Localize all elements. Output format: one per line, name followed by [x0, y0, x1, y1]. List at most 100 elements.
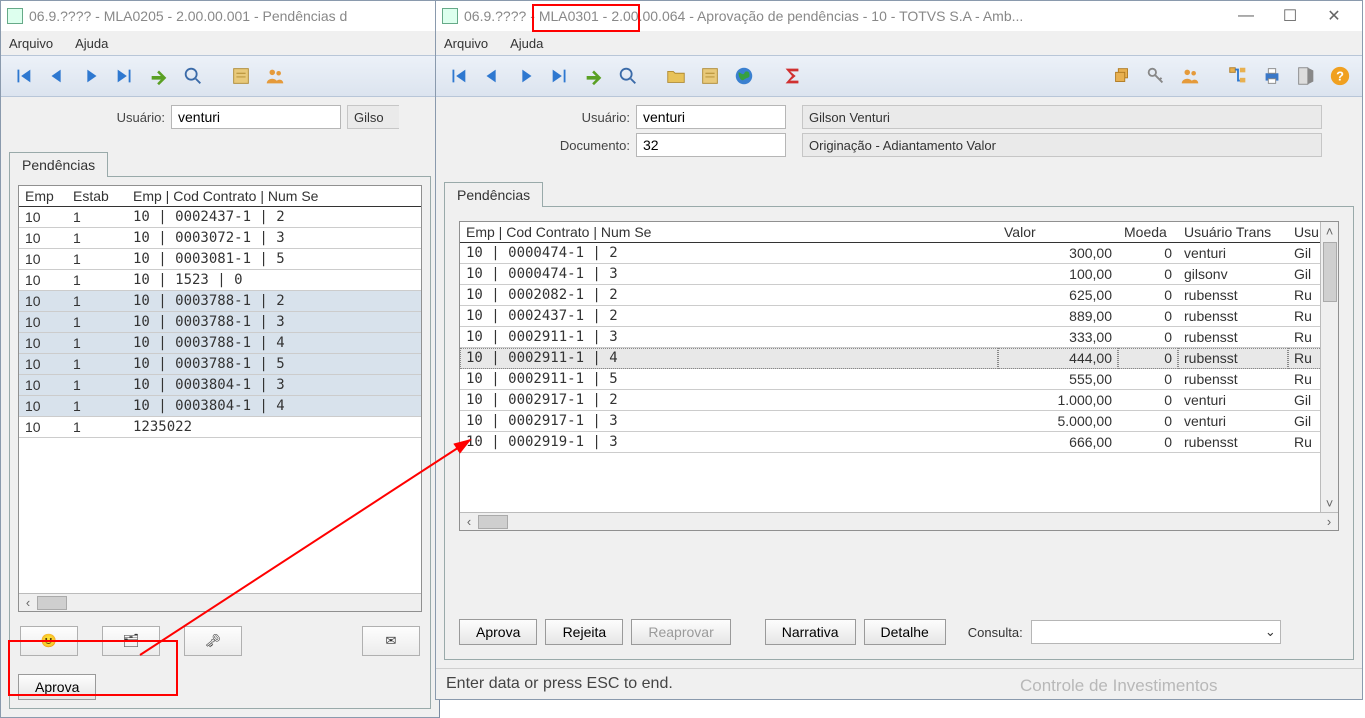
mail-icon[interactable]: ✉ — [362, 626, 420, 656]
col-chave[interactable]: Emp | Cod Contrato | Num Se — [460, 222, 998, 243]
v-scrollbar[interactable]: ˄ ˅ — [1320, 222, 1338, 512]
window-title: 06.9.???? - MLA0205 - 2.00.00.001 - Pend… — [29, 8, 347, 24]
tab-pendencias[interactable]: Pendências — [444, 182, 543, 207]
stack-icon[interactable] — [1106, 60, 1138, 92]
window-mla0301: 06.9.???? - MLA0301 - 2.00.00.064 - Apro… — [435, 0, 1363, 700]
menu-ajuda[interactable]: Ajuda — [506, 34, 547, 53]
aprova-button[interactable]: Aprova — [18, 674, 96, 700]
svg-text:?: ? — [1336, 69, 1344, 84]
table-row[interactable]: 10110 | 1523 | 0 — [19, 270, 421, 291]
titlebar[interactable]: 06.9.???? - MLA0205 - 2.00.00.001 - Pend… — [1, 1, 439, 31]
col-moeda[interactable]: Moeda — [1118, 222, 1178, 243]
menu-arquivo[interactable]: Arquivo — [5, 34, 57, 53]
globe-icon[interactable] — [728, 60, 760, 92]
menu-arquivo[interactable]: Arquivo — [440, 34, 492, 53]
users-icon[interactable] — [1174, 60, 1206, 92]
menubar: Arquivo Ajuda — [436, 31, 1362, 55]
table-row[interactable]: 10 | 0002082-1 | 2625,000rubensstRu — [460, 285, 1338, 306]
sigma-icon[interactable] — [776, 60, 808, 92]
face-icon[interactable]: 🙂 — [20, 626, 78, 656]
print-icon[interactable] — [1256, 60, 1288, 92]
col-usuario-trans[interactable]: Usuário Trans — [1178, 222, 1288, 243]
close-icon[interactable]: ✕ — [1312, 2, 1356, 30]
nav-prev-icon[interactable] — [476, 60, 508, 92]
window-mla0205: 06.9.???? - MLA0205 - 2.00.00.001 - Pend… — [0, 0, 440, 718]
table-row[interactable]: 10 | 0002437-1 | 2889,000rubensstRu — [460, 306, 1338, 327]
table-row[interactable]: 10 | 0002911-1 | 4444,000rubensstRu — [460, 348, 1338, 369]
detalhe-button[interactable]: Detalhe — [864, 619, 946, 645]
col-valor[interactable]: Valor — [998, 222, 1118, 243]
search-icon[interactable] — [177, 60, 209, 92]
scroll-left-icon[interactable]: ‹ — [460, 514, 478, 529]
key-icon[interactable]: 🗝 — [184, 626, 242, 656]
nav-first-icon[interactable] — [442, 60, 474, 92]
scroll-up-icon[interactable]: ˄ — [1326, 222, 1334, 240]
table-row[interactable]: 10110 | 0003804-1 | 3 — [19, 375, 421, 396]
usuario-desc: Gilson Venturi — [802, 105, 1322, 129]
titlebar[interactable]: 06.9.???? - MLA0301 - 2.00.00.064 - Apro… — [436, 1, 1362, 31]
usuario-field[interactable] — [636, 105, 786, 129]
tab-panel: Emp | Cod Contrato | Num Se Valor Moeda … — [444, 206, 1354, 660]
scroll-right-icon[interactable]: › — [1320, 514, 1338, 529]
usuario-field[interactable] — [171, 105, 341, 129]
h-scrollbar[interactable]: ‹ — [19, 593, 421, 611]
table-row[interactable]: 10110 | 0003788-1 | 3 — [19, 312, 421, 333]
documento-field[interactable] — [636, 133, 786, 157]
goto-icon[interactable] — [578, 60, 610, 92]
narrativa-button[interactable]: Narrativa — [765, 619, 856, 645]
table-row[interactable]: 10 | 0002917-1 | 35.000,000venturiGil — [460, 411, 1338, 432]
h-scrollbar[interactable]: ‹ › — [460, 512, 1338, 530]
table-row[interactable]: 10110 | 0003788-1 | 2 — [19, 291, 421, 312]
action-row: Aprova Rejeita Reaprovar Narrativa Detal… — [459, 619, 1339, 645]
title-post: 2.00.00.064 - Aprovação de pendências - … — [611, 8, 1023, 24]
help-icon[interactable]: ? — [1324, 60, 1356, 92]
grid-pendencias[interactable]: Emp Estab Emp | Cod Contrato | Num Se 10… — [18, 185, 422, 612]
aprova-button[interactable]: Aprova — [459, 619, 537, 645]
form-area: Usuário: Gilso — [1, 97, 439, 141]
key-icon[interactable] — [1140, 60, 1172, 92]
col-chave[interactable]: Emp | Cod Contrato | Num Se — [127, 186, 421, 207]
table-row[interactable]: 10110 | 0003072-1 | 3 — [19, 228, 421, 249]
table-row[interactable]: 10110 | 0003804-1 | 4 — [19, 396, 421, 417]
col-estab[interactable]: Estab — [67, 186, 127, 207]
nav-prev-icon[interactable] — [41, 60, 73, 92]
table-row[interactable]: 10 | 0002917-1 | 21.000,000venturiGil — [460, 390, 1338, 411]
table-row[interactable]: 10 | 0002911-1 | 3333,000rubensstRu — [460, 327, 1338, 348]
nav-last-icon[interactable] — [544, 60, 576, 92]
maximize-icon[interactable]: ☐ — [1268, 2, 1312, 30]
table-row[interactable]: 10110 | 0003788-1 | 4 — [19, 333, 421, 354]
scroll-left-icon[interactable]: ‹ — [19, 595, 37, 610]
grid-pendencias[interactable]: Emp | Cod Contrato | Num Se Valor Moeda … — [459, 221, 1339, 531]
tree-icon[interactable] — [1222, 60, 1254, 92]
table-row[interactable]: 1011235022 — [19, 417, 421, 438]
nav-first-icon[interactable] — [7, 60, 39, 92]
search-icon[interactable] — [612, 60, 644, 92]
scroll-down-icon[interactable]: ˅ — [1326, 494, 1334, 512]
nav-next-icon[interactable] — [75, 60, 107, 92]
table-row[interactable]: 10110 | 0002437-1 | 2 — [19, 207, 421, 228]
table-row[interactable]: 10110 | 0003081-1 | 5 — [19, 249, 421, 270]
rejeita-button[interactable]: Rejeita — [545, 619, 623, 645]
consulta-combo[interactable]: ⌄ — [1031, 620, 1281, 644]
menu-ajuda[interactable]: Ajuda — [71, 34, 112, 53]
table-row[interactable]: 10110 | 0003788-1 | 5 — [19, 354, 421, 375]
table-row[interactable]: 10 | 0002919-1 | 3666,000rubensstRu — [460, 432, 1338, 453]
table-row[interactable]: 10 | 0000474-1 | 3100,000gilsonvGil — [460, 264, 1338, 285]
table-row[interactable]: 10 | 0002911-1 | 5555,000rubensstRu — [460, 369, 1338, 390]
nav-next-icon[interactable] — [510, 60, 542, 92]
table-row[interactable]: 10 | 0000474-1 | 2300,000venturiGil — [460, 243, 1338, 264]
minimize-icon[interactable]: — — [1224, 2, 1268, 30]
exit-icon[interactable] — [1290, 60, 1322, 92]
nav-last-icon[interactable] — [109, 60, 141, 92]
icon-button-row: 🙂 🗂 🗝 ✉ — [18, 620, 422, 662]
folder-icon[interactable]: 🗂 — [102, 626, 160, 656]
col-emp[interactable]: Emp — [19, 186, 67, 207]
goto-icon[interactable] — [143, 60, 175, 92]
toolbar: ? — [436, 55, 1362, 97]
toolbar — [1, 55, 439, 97]
report-icon[interactable] — [694, 60, 726, 92]
tab-pendencias[interactable]: Pendências — [9, 152, 108, 177]
report-icon[interactable] — [225, 60, 257, 92]
users-icon[interactable] — [259, 60, 291, 92]
folder-icon[interactable] — [660, 60, 692, 92]
